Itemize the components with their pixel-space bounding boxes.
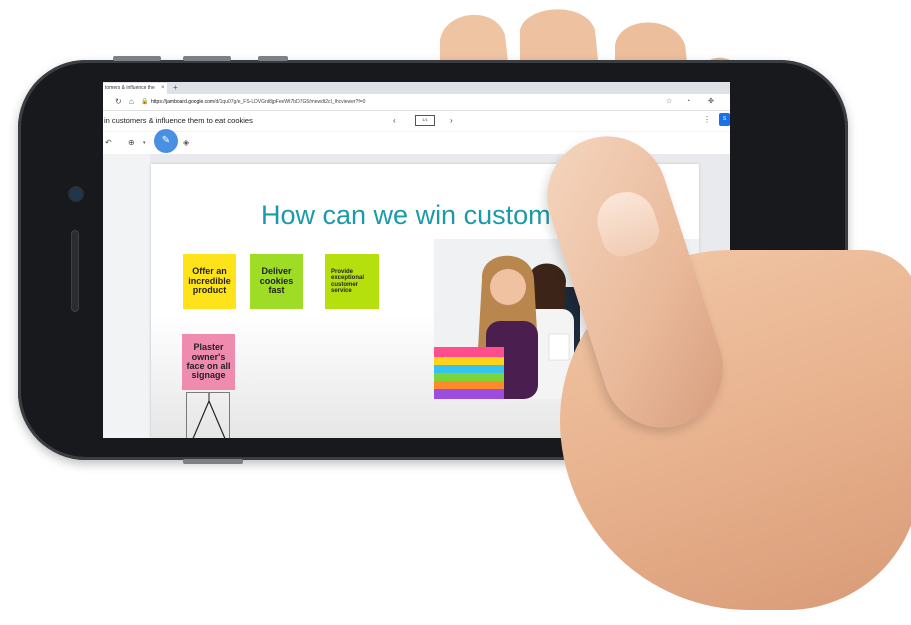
lock-icon: 🔒 <box>141 99 149 105</box>
share-button[interactable]: S <box>719 113 730 126</box>
front-camera-icon <box>70 188 82 200</box>
url-host: https://jamboard.google.com <box>151 99 215 105</box>
sticky-note[interactable]: Offer an incredible product <box>183 254 236 309</box>
frame-indicator[interactable]: 1/1 <box>415 115 435 126</box>
slide-title[interactable]: How can we win customers <box>261 200 588 231</box>
power-button <box>183 459 243 464</box>
more-vert-icon[interactable]: ⋮ <box>703 115 711 125</box>
next-frame-icon[interactable]: › <box>450 116 453 126</box>
speaker-grille <box>71 230 79 312</box>
previous-frame-icon[interactable]: ‹ <box>393 116 396 126</box>
url-input[interactable]: https://jamboard.google.com/d/1qu07g/e_F… <box>151 97 651 107</box>
sticky-note[interactable]: Provide exceptional customer service <box>325 254 379 309</box>
bookmark-icon[interactable]: ☆ <box>666 97 672 107</box>
volume-button <box>113 56 161 61</box>
document-title[interactable]: in customers & influence them to eat coo… <box>104 114 253 128</box>
tab-title: tomers & influence the <box>105 85 155 91</box>
close-icon[interactable]: × <box>161 83 165 94</box>
home-icon[interactable]: ⌂ <box>129 96 134 108</box>
drawing-triangle[interactable] <box>186 392 230 438</box>
reload-icon[interactable]: ↻ <box>115 96 122 108</box>
mute-switch <box>258 56 288 61</box>
url-path: /d/1qu07g/e_FS-LDVGnt8jpFeeWt7bD7G5/mewd… <box>214 99 366 105</box>
address-bar: ↻ ⌂ 🔒 https://jamboard.google.com/d/1qu0… <box>103 94 730 111</box>
extension-icon[interactable]: ◔ <box>686 97 690 107</box>
zoom-icon[interactable]: ⊕ <box>128 138 135 148</box>
dropdown-icon[interactable]: ▾ <box>143 138 146 148</box>
browser-tab-bar: tomers & influence the × + <box>103 82 730 94</box>
extension-icon[interactable]: ✤ <box>708 97 714 107</box>
new-tab-icon[interactable]: + <box>173 82 178 93</box>
jamboard-header: in customers & influence them to eat coo… <box>103 111 730 131</box>
browser-tab[interactable]: tomers & influence the × <box>103 83 167 94</box>
fill-color-icon[interactable]: ◈ <box>183 138 189 148</box>
sticky-note[interactable]: Plaster owner's face on all signage <box>182 334 235 390</box>
undo-icon[interactable]: ↶ <box>105 138 112 148</box>
volume-button <box>183 56 231 61</box>
border-color-button[interactable]: ✎ <box>154 129 178 153</box>
left-panel <box>103 154 150 438</box>
sticky-note[interactable]: Deliver cookies fast <box>250 254 303 309</box>
